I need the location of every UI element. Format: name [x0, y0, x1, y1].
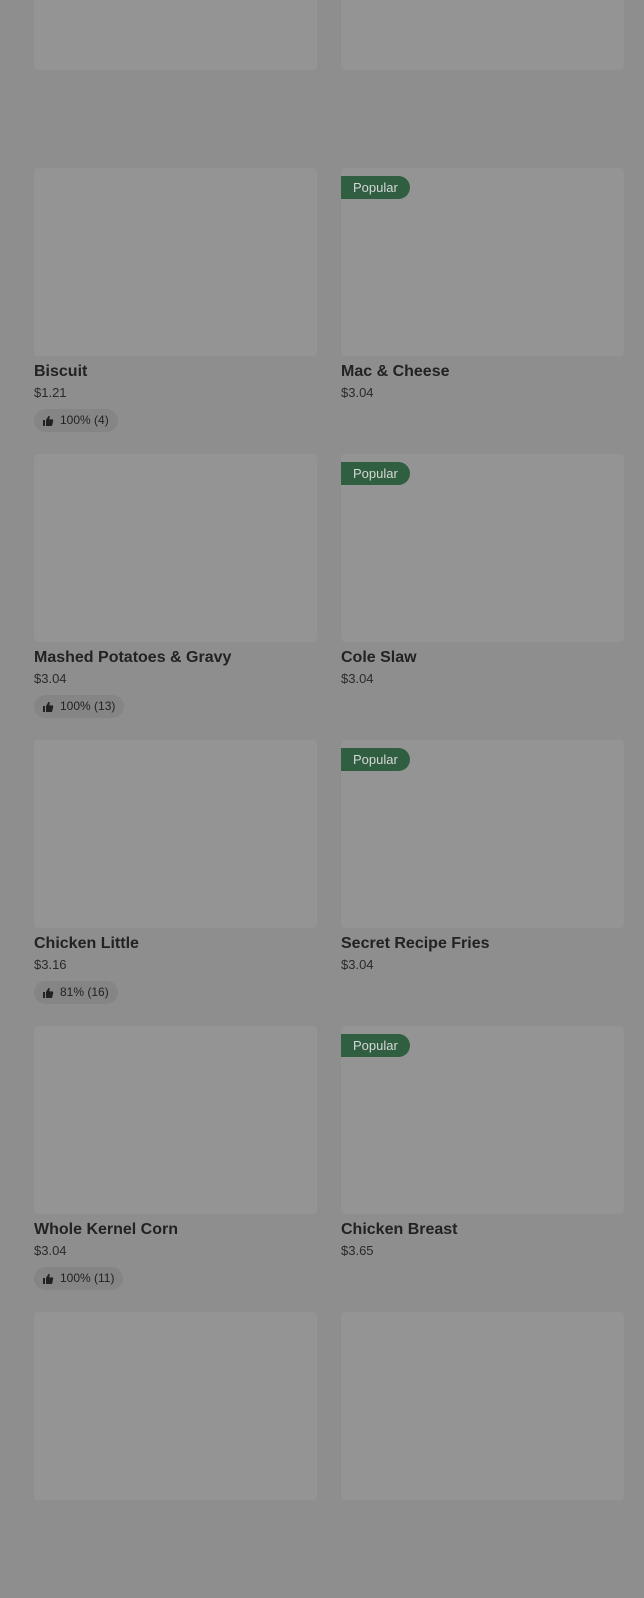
menu-item-image — [341, 1312, 624, 1500]
menu-item-price: $3.04 — [34, 1243, 67, 1258]
menu-item-image — [34, 0, 317, 70]
menu-item-image: Popular — [341, 740, 624, 928]
thumbs-up-icon — [43, 701, 54, 712]
thumbs-up-icon — [43, 1273, 54, 1284]
menu-item-card[interactable] — [34, 0, 317, 168]
menu-item-image: Popular — [341, 454, 624, 642]
rating-badge: 100% (13) — [34, 695, 125, 718]
menu-item-image — [34, 740, 317, 928]
menu-item-image — [34, 454, 317, 642]
menu-item-card[interactable]: Mashed Potatoes & Gravy $3.04 100% (13) — [34, 454, 317, 740]
popular-badge: Popular — [341, 1034, 410, 1057]
menu-item-price: $1.21 — [34, 385, 67, 400]
rating-text: 100% (4) — [60, 413, 109, 427]
menu-item-price: $3.04 — [341, 671, 374, 686]
menu-item-price: $3.04 — [34, 671, 67, 686]
menu-item-price: $3.16 — [34, 957, 67, 972]
rating-badge: 100% (4) — [34, 409, 118, 432]
menu-item-name: Secret Recipe Fries — [341, 935, 490, 952]
menu-item-name: Cole Slaw — [341, 649, 417, 666]
menu-item-card[interactable] — [341, 1312, 624, 1598]
menu-item-card[interactable]: Popular Mac & Cheese $3.04 — [341, 168, 624, 454]
menu-item-image — [34, 168, 317, 356]
menu-screen: { "items": [ {"name": "", "price": "", "… — [0, 0, 644, 1500]
rating-text: 100% (13) — [60, 699, 116, 713]
thumbs-up-icon — [43, 415, 54, 426]
rating-badge: 100% (11) — [34, 1267, 124, 1290]
menu-item-card[interactable] — [34, 1312, 317, 1598]
menu-item-card[interactable]: Biscuit $1.21 100% (4) — [34, 168, 317, 454]
thumbs-up-icon — [43, 987, 54, 998]
menu-item-image — [34, 1312, 317, 1500]
menu-item-image: Popular — [341, 0, 624, 70]
menu-item-card[interactable]: Popular Chicken Breast $3.65 — [341, 1026, 624, 1312]
menu-item-name: Chicken Breast — [341, 1221, 458, 1238]
popular-badge: Popular — [341, 462, 410, 485]
popular-badge: Popular — [341, 176, 410, 199]
menu-item-card[interactable]: Chicken Little $3.16 81% (16) — [34, 740, 317, 1026]
menu-item-price: $3.04 — [341, 385, 374, 400]
menu-item-card[interactable]: Popular — [341, 0, 624, 168]
menu-item-image: Popular — [341, 168, 624, 356]
menu-item-image — [34, 1026, 317, 1214]
menu-item-card[interactable]: Popular Cole Slaw $3.04 — [341, 454, 624, 740]
menu-item-name: Mac & Cheese — [341, 363, 450, 380]
menu-item-name: Mashed Potatoes & Gravy — [34, 649, 232, 666]
rating-text: 100% (11) — [60, 1271, 115, 1285]
menu-item-price: $3.04 — [341, 957, 374, 972]
menu-item-name: Biscuit — [34, 363, 88, 380]
popular-badge: Popular — [341, 748, 410, 771]
rating-text: 81% (16) — [60, 985, 109, 999]
menu-item-card[interactable]: Popular Secret Recipe Fries $3.04 — [341, 740, 624, 1026]
menu-items-grid: Popular Biscuit $1.21 100% (4) Popular Mac & … — [34, 0, 624, 1598]
rating-badge: 81% (16) — [34, 981, 118, 1004]
menu-item-name: Chicken Little — [34, 935, 139, 952]
menu-item-price: $3.65 — [341, 1243, 374, 1258]
menu-item-name: Whole Kernel Corn — [34, 1221, 179, 1238]
menu-item-card[interactable]: Whole Kernel Corn $3.04 100% (11) — [34, 1026, 317, 1312]
menu-item-image: Popular — [341, 1026, 624, 1214]
